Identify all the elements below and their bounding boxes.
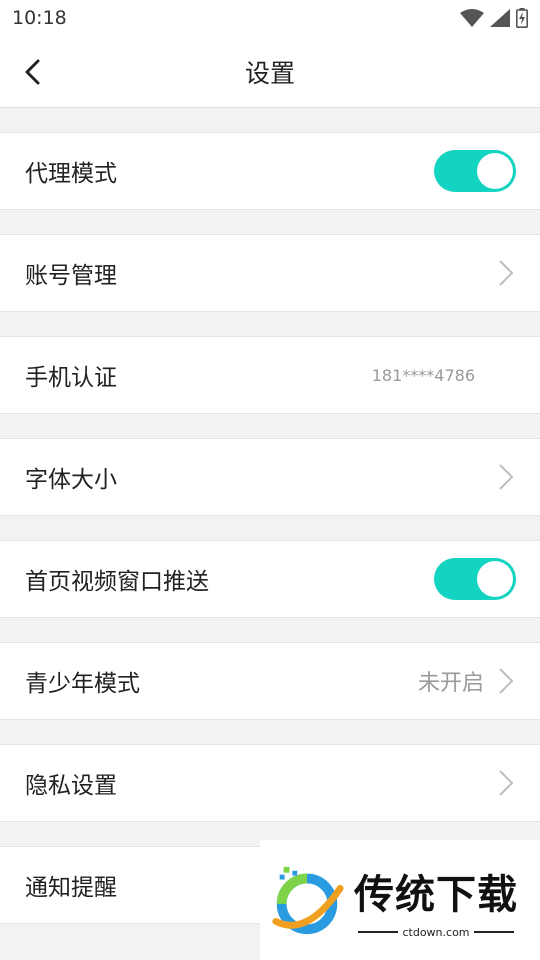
cellular-signal-icon (490, 9, 510, 27)
setting-phone[interactable]: 手机认证 181****4786 (0, 336, 540, 414)
page-title: 设置 (244, 58, 295, 88)
wifi-icon (460, 9, 484, 27)
setting-label: 字体大小 (25, 467, 117, 493)
setting-label: 账号管理 (25, 263, 117, 289)
setting-font-size[interactable]: 字体大小 (0, 438, 540, 516)
nav-bar: 设置 (0, 36, 540, 108)
teen-mode-status: 未开启 (417, 671, 484, 696)
status-time: 10:18 (12, 7, 67, 29)
battery-charging-icon (516, 8, 528, 28)
setting-label: 通知提醒 (25, 875, 117, 901)
setting-privacy[interactable]: 隐私设置 (0, 744, 540, 822)
toggle-knob (477, 561, 513, 597)
watermark-title: 传统下载 (354, 871, 518, 918)
chevron-right-icon (499, 770, 513, 796)
chevron-left-icon (25, 59, 40, 85)
chevron-right-icon (499, 464, 513, 490)
setting-label: 首页视频窗口推送 (25, 569, 209, 595)
settings-list: 代理模式 账号管理 手机认证 181****4786 字体大小 首页视频窗口推送 (0, 108, 540, 924)
chevron-right-icon (499, 260, 513, 286)
watermark-logo (272, 866, 344, 935)
status-icons (460, 8, 528, 28)
watermark-subtitle: ctdown.com (402, 925, 470, 939)
back-button[interactable] (18, 58, 46, 86)
setting-proxy-mode: 代理模式 (0, 132, 540, 210)
setting-account[interactable]: 账号管理 (0, 234, 540, 312)
phone-number: 181****4786 (371, 365, 475, 385)
toggle-knob (477, 153, 513, 189)
watermark: 传统下载 ctdown.com (260, 840, 540, 960)
chevron-right-icon (499, 668, 513, 694)
setting-label: 隐私设置 (25, 773, 117, 799)
home-push-toggle[interactable] (434, 558, 516, 600)
status-bar: 10:18 (0, 0, 540, 36)
setting-label: 手机认证 (25, 365, 117, 391)
setting-home-push: 首页视频窗口推送 (0, 540, 540, 618)
proxy-mode-toggle[interactable] (434, 150, 516, 192)
setting-label: 青少年模式 (25, 671, 140, 697)
setting-label: 代理模式 (25, 161, 117, 187)
setting-teen-mode[interactable]: 青少年模式 未开启 (0, 642, 540, 720)
